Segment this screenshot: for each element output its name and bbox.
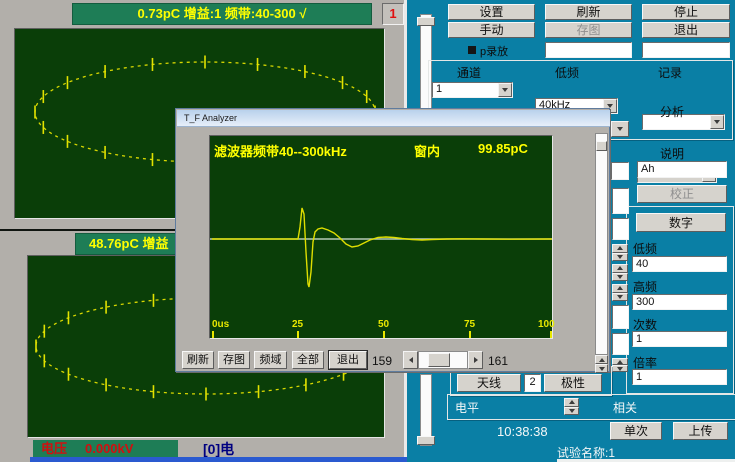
tf-title-bar[interactable]: T_F Analyzer — [177, 110, 610, 127]
blank-field-2[interactable] — [642, 42, 730, 58]
scope1-badge-text: 1 — [389, 6, 396, 21]
antenna-value: 2 — [529, 376, 535, 388]
blank-field-1[interactable] — [545, 42, 632, 58]
spinner-up-icon[interactable] — [564, 398, 579, 407]
stop-button[interactable]: 停止 — [642, 4, 730, 20]
digital-lowfreq-value: 40 — [636, 258, 648, 270]
manual-button[interactable]: 手动 — [448, 22, 535, 38]
scroll-right-icon[interactable] — [468, 351, 483, 369]
tf-vscrollbar[interactable] — [595, 133, 608, 355]
tf-waveform — [210, 136, 552, 338]
tf-analyzer-window[interactable]: T_F Analyzer 滤波器频带40--300kHz 窗内 99.85pC … — [175, 108, 610, 372]
voltage-strip: 电压 0.000kV — [33, 440, 178, 458]
bottom-blue-strip — [30, 457, 407, 462]
tf-hscrollbar-thumb[interactable] — [428, 353, 450, 367]
channel-label: 通道 — [457, 64, 481, 81]
channel-tag-text: [0]电 — [203, 441, 234, 457]
partial-spinner[interactable] — [612, 358, 628, 372]
analysis-label: 分析 — [660, 103, 684, 120]
scroll-up-icon[interactable] — [595, 355, 608, 364]
voltage-value: 0.000kV — [85, 440, 133, 457]
settings-button[interactable]: 设置 — [448, 4, 535, 20]
channel-tag: [0]电 — [203, 441, 273, 458]
p-playback-checkbox[interactable]: p录放 — [468, 43, 538, 57]
note-field[interactable]: Ah — [637, 161, 727, 178]
tf-vscrollbar-thumb[interactable] — [596, 141, 607, 151]
p-playback-label: p录放 — [480, 43, 508, 59]
digital-highfreq-field[interactable]: 300 — [632, 294, 727, 310]
single-shot-button[interactable]: 单次 — [610, 422, 662, 440]
axis-tick-100: 100 — [538, 319, 555, 330]
clock: 10:38:38 — [497, 424, 548, 439]
partial-field[interactable] — [612, 333, 629, 355]
channel-select-value: 1 — [436, 83, 442, 95]
scope2-header-text: 48.76pC 增益 — [89, 236, 168, 251]
tf-save-image-button[interactable]: 存图 — [218, 351, 250, 369]
digital-ratio-value: 1 — [636, 371, 642, 383]
level-spinner[interactable] — [564, 398, 579, 415]
upload-button[interactable]: 上传 — [673, 422, 728, 440]
partial-field[interactable] — [612, 218, 629, 240]
digital-highfreq-label: 高频 — [633, 278, 657, 295]
calibrate-button[interactable]: 校正 — [637, 185, 727, 203]
related-label: 相关 — [613, 399, 637, 416]
partial-spinner[interactable] — [612, 284, 628, 301]
antenna-value-field[interactable]: 2 — [524, 374, 541, 392]
tf-charge-value: 99.85pC — [478, 141, 528, 156]
gain-slider-thumb-1[interactable] — [417, 17, 435, 26]
tf-freq-domain-button[interactable]: 频域 — [254, 351, 287, 369]
chevron-down-icon[interactable] — [710, 115, 724, 129]
digital-button[interactable]: 数字 — [636, 213, 726, 232]
digital-lowfreq-label: 低频 — [633, 240, 657, 257]
tf-scroll-right-value: 161 — [488, 354, 508, 368]
digital-lowfreq-field[interactable]: 40 — [632, 256, 727, 272]
chevron-down-icon[interactable] — [498, 83, 512, 97]
record-label: 记录 — [658, 64, 682, 81]
scroll-left-icon[interactable] — [403, 351, 418, 369]
partial-field[interactable] — [612, 305, 629, 329]
tf-waveform-display: 滤波器频带40--300kHz 窗内 99.85pC 0us 25 50 75 … — [209, 135, 553, 339]
tf-scroll-left-value: 159 — [372, 354, 392, 368]
digital-highfreq-value: 300 — [636, 296, 654, 308]
note-field-value: Ah — [641, 163, 654, 175]
tf-window-label: 窗内 — [414, 141, 440, 160]
partial-combo-arrow[interactable] — [611, 121, 629, 137]
refresh-button[interactable]: 刷新 — [545, 4, 632, 20]
lowfreq-label: 低频 — [555, 64, 579, 81]
save-image-button[interactable]: 存图 — [545, 22, 632, 38]
scope1-channel-badge: 1 — [382, 3, 404, 25]
tf-exit-button[interactable]: 退出 — [329, 351, 367, 369]
exit-button[interactable]: 退出 — [642, 22, 730, 38]
level-label: 电平 — [455, 399, 479, 416]
digital-count-value: 1 — [636, 333, 642, 345]
polarity-button[interactable]: 极性 — [544, 374, 602, 392]
partial-spinner[interactable] — [612, 264, 628, 281]
scope1-header: 0.73pC 增益:1 频带:40-300 √ — [72, 3, 372, 25]
checkbox-box-icon — [468, 46, 476, 54]
gain-slider-thumb-2[interactable] — [417, 436, 435, 445]
channel-select[interactable]: 1 — [432, 82, 513, 98]
partial-field[interactable] — [611, 162, 629, 180]
tf-refresh-button[interactable]: 刷新 — [182, 351, 214, 369]
digital-ratio-field[interactable]: 1 — [632, 369, 727, 385]
digital-count-field[interactable]: 1 — [632, 331, 727, 347]
partial-spinner[interactable] — [612, 244, 628, 261]
level-group-box — [447, 394, 735, 420]
tf-window-title: T_F Analyzer — [184, 113, 237, 123]
antenna-button[interactable]: 天线 — [457, 374, 521, 392]
axis-tick-50: 50 — [378, 319, 389, 330]
note-label: 说明 — [660, 145, 684, 162]
voltage-label: 电压 — [41, 440, 67, 457]
spinner-down-icon[interactable] — [564, 407, 579, 416]
axis-tick-75: 75 — [464, 319, 475, 330]
tf-all-button[interactable]: 全部 — [292, 351, 324, 369]
app-root: 0.73pC 增益:1 频带:40-300 √ 1 48.76pC 增益 电压 … — [0, 0, 735, 462]
partial-field[interactable] — [612, 188, 629, 214]
scope1-header-text: 0.73pC 增益:1 频带:40-300 √ — [138, 6, 307, 21]
tf-filter-text: 滤波器频带40--300kHz — [214, 141, 347, 160]
scroll-down-icon[interactable] — [595, 364, 608, 373]
axis-tick-25: 25 — [292, 319, 303, 330]
axis-tick-0us: 0us — [212, 319, 229, 330]
